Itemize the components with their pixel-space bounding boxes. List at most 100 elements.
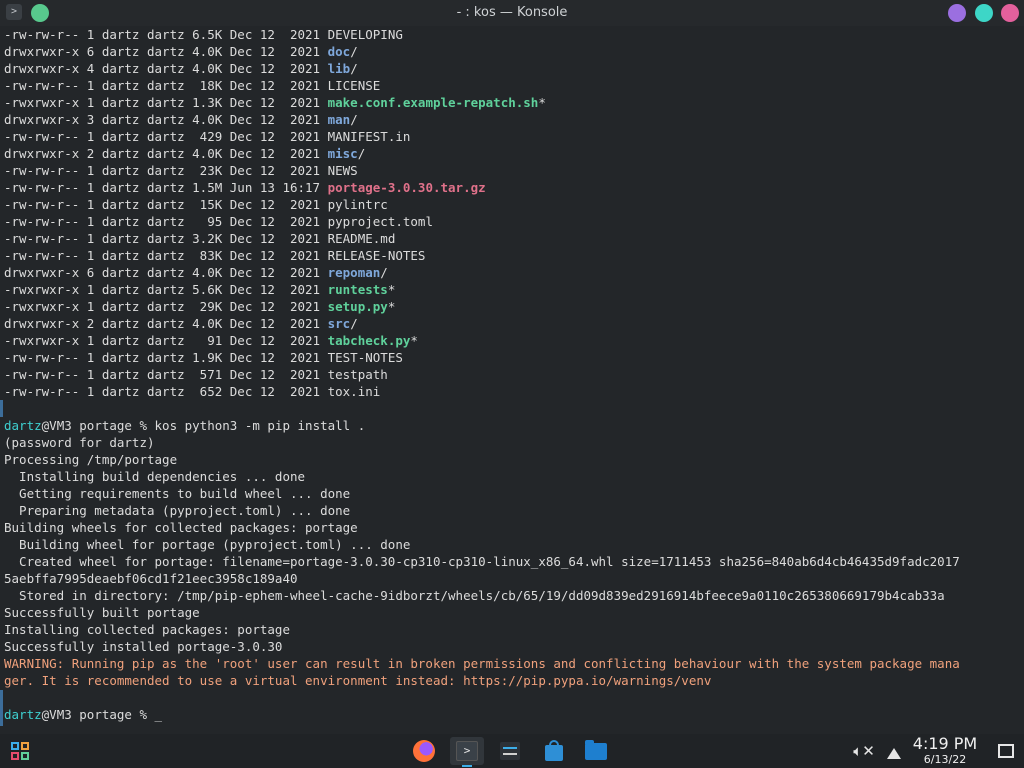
- listing-row: -rw-rw-r-- 1 dartz dartz 95 Dec 12 2021 …: [4, 213, 1024, 230]
- prompt-host: @VM3 portage %: [41, 707, 155, 722]
- output-text: Successfully installed portage-3.0.30: [4, 639, 283, 654]
- file-meta: -rw-rw-r-- 1 dartz dartz 1.5M Jun 13 16:…: [4, 180, 328, 195]
- warning-line: WARNING: Running pip as the 'root' user …: [4, 655, 1024, 672]
- file-suffix: *: [410, 333, 418, 348]
- digital-clock[interactable]: 4:19 PM 6/13/22: [906, 734, 984, 767]
- listing-row: drwxrwxr-x 2 dartz dartz 4.0K Dec 12 202…: [4, 315, 1024, 332]
- file-meta: drwxrwxr-x 6 dartz dartz 4.0K Dec 12 202…: [4, 44, 328, 59]
- file-name: src: [327, 316, 351, 331]
- active-indicator: [462, 765, 472, 767]
- minimize-button[interactable]: [948, 4, 966, 22]
- file-meta: -rwxrwxr-x 1 dartz dartz 91 Dec 12 2021: [4, 333, 328, 348]
- output-line: Getting requirements to build wheel ... …: [4, 485, 1024, 502]
- file-meta: -rw-rw-r-- 1 dartz dartz 83K Dec 12 2021: [4, 248, 328, 263]
- file-suffix: /: [350, 44, 358, 59]
- warning-line: ger. It is recommended to use a virtual …: [4, 672, 1024, 689]
- listing-row: drwxrwxr-x 6 dartz dartz 4.0K Dec 12 202…: [4, 43, 1024, 60]
- show-desktop-button[interactable]: [992, 737, 1020, 765]
- command-text: kos python3 -m pip install .: [154, 418, 366, 433]
- file-name: DEVELOPING: [327, 27, 403, 42]
- system-settings-task[interactable]: [496, 737, 524, 765]
- terminal-cursor: _: [154, 707, 163, 722]
- listing-row: -rw-rw-r-- 1 dartz dartz 1.5M Jun 13 16:…: [4, 179, 1024, 196]
- firefox-task[interactable]: [410, 737, 438, 765]
- firefox-icon: [413, 740, 435, 762]
- file-meta: -rw-rw-r-- 1 dartz dartz 15K Dec 12 2021: [4, 197, 328, 212]
- file-suffix: /: [350, 316, 358, 331]
- output-text: Created wheel for portage: filename=port…: [4, 554, 960, 569]
- file-meta: -rw-rw-r-- 1 dartz dartz 18K Dec 12 2021: [4, 78, 328, 93]
- window-title: - : kos — Konsole: [456, 5, 568, 20]
- output-line: Successfully built portage: [4, 604, 1024, 621]
- output-line: Preparing metadata (pyproject.toml) ... …: [4, 502, 1024, 519]
- settings-icon: [500, 742, 520, 760]
- file-name: lib: [327, 61, 351, 76]
- listing-row: -rw-rw-r-- 1 dartz dartz 652 Dec 12 2021…: [4, 383, 1024, 400]
- network-tray[interactable]: [880, 737, 908, 765]
- file-meta: -rw-rw-r-- 1 dartz dartz 1.9K Dec 12 202…: [4, 350, 328, 365]
- output-line: Installing collected packages: portage: [4, 621, 1024, 638]
- file-meta: -rwxrwxr-x 1 dartz dartz 5.6K Dec 12 202…: [4, 282, 328, 297]
- file-name: README.md: [327, 231, 396, 246]
- terminal-view[interactable]: -rw-rw-r-- 1 dartz dartz 6.5K Dec 12 202…: [0, 26, 1024, 734]
- application-launcher[interactable]: [6, 737, 34, 765]
- warning-text: ger. It is recommended to use a virtual …: [4, 673, 712, 688]
- output-text: Building wheels for collected packages: …: [4, 520, 358, 535]
- output-line: 5aebffa7995deaebf06cd1f21eec3958c189a40: [4, 570, 1024, 587]
- output-line: (password for dartz): [4, 434, 1024, 451]
- output-text: Installing build dependencies ... done: [4, 469, 306, 484]
- output-line: Installing build dependencies ... done: [4, 468, 1024, 485]
- output-line: Processing /tmp/portage: [4, 451, 1024, 468]
- file-name: RELEASE-NOTES: [327, 248, 426, 263]
- file-suffix: /: [350, 61, 358, 76]
- file-name: repoman: [327, 265, 381, 280]
- clock-date: 6/13/22: [923, 753, 967, 766]
- output-text: Processing /tmp/portage: [4, 452, 178, 467]
- file-meta: drwxrwxr-x 6 dartz dartz 4.0K Dec 12 202…: [4, 265, 328, 280]
- file-name: TEST-NOTES: [327, 350, 403, 365]
- close-button[interactable]: [1001, 4, 1019, 22]
- file-suffix: /: [357, 146, 366, 161]
- file-meta: drwxrwxr-x 2 dartz dartz 4.0K Dec 12 202…: [4, 316, 328, 331]
- listing-row: -rwxrwxr-x 1 dartz dartz 1.3K Dec 12 202…: [4, 94, 1024, 111]
- listing-row: drwxrwxr-x 2 dartz dartz 4.0K Dec 12 202…: [4, 145, 1024, 162]
- file-name: tox.ini: [327, 384, 381, 399]
- desktop-icon: [998, 744, 1014, 758]
- output-text: (password for dartz): [4, 435, 155, 450]
- listing-row: -rw-rw-r-- 1 dartz dartz 83K Dec 12 2021…: [4, 247, 1024, 264]
- maximize-button[interactable]: [975, 4, 993, 22]
- file-name: setup.py: [327, 299, 388, 314]
- output-line: Building wheels for collected packages: …: [4, 519, 1024, 536]
- volume-tray[interactable]: 🔈︎✕: [850, 737, 878, 765]
- output-text: Getting requirements to build wheel ... …: [4, 486, 351, 501]
- window-titlebar: > - : kos — Konsole: [0, 0, 1024, 26]
- listing-row: -rw-rw-r-- 1 dartz dartz 18K Dec 12 2021…: [4, 77, 1024, 94]
- file-meta: drwxrwxr-x 2 dartz dartz 4.0K Dec 12 202…: [4, 146, 328, 161]
- store-bag-icon: [545, 740, 563, 761]
- file-meta: -rwxrwxr-x 1 dartz dartz 29K Dec 12 2021: [4, 299, 328, 314]
- file-suffix: *: [538, 95, 546, 110]
- prompt-line: dartz@VM3 portage % _: [4, 706, 1024, 723]
- listing-row: -rw-rw-r-- 1 dartz dartz 571 Dec 12 2021…: [4, 366, 1024, 383]
- file-name: NEWS: [327, 163, 358, 178]
- file-suffix: /: [380, 265, 388, 280]
- output-text: Building wheel for portage (pyproject.to…: [4, 537, 411, 552]
- output-text: Installing collected packages: portage: [4, 622, 290, 637]
- terminal-icon: >: [456, 741, 478, 761]
- file-meta: -rwxrwxr-x 1 dartz dartz 1.3K Dec 12 202…: [4, 95, 328, 110]
- listing-row: -rw-rw-r-- 1 dartz dartz 429 Dec 12 2021…: [4, 128, 1024, 145]
- dolphin-task[interactable]: [582, 737, 610, 765]
- output-text: 5aebffa7995deaebf06cd1f21eec3958c189a40: [4, 571, 298, 586]
- file-meta: -rw-rw-r-- 1 dartz dartz 571 Dec 12 2021: [4, 367, 328, 382]
- file-suffix: *: [387, 299, 396, 314]
- file-meta: -rw-rw-r-- 1 dartz dartz 95 Dec 12 2021: [4, 214, 328, 229]
- listing-row: -rw-rw-r-- 1 dartz dartz 6.5K Dec 12 202…: [4, 26, 1024, 43]
- output-line: Created wheel for portage: filename=port…: [4, 553, 1024, 570]
- file-name: pyproject.toml: [327, 214, 433, 229]
- output-text: Stored in directory: /tmp/pip-ephem-whee…: [4, 588, 945, 603]
- clock-time: 4:19 PM: [912, 734, 978, 753]
- discover-task[interactable]: [540, 737, 568, 765]
- listing-row: -rw-rw-r-- 1 dartz dartz 3.2K Dec 12 202…: [4, 230, 1024, 247]
- terminal-output: -rw-rw-r-- 1 dartz dartz 6.5K Dec 12 202…: [4, 26, 1024, 723]
- konsole-task[interactable]: >: [450, 737, 484, 767]
